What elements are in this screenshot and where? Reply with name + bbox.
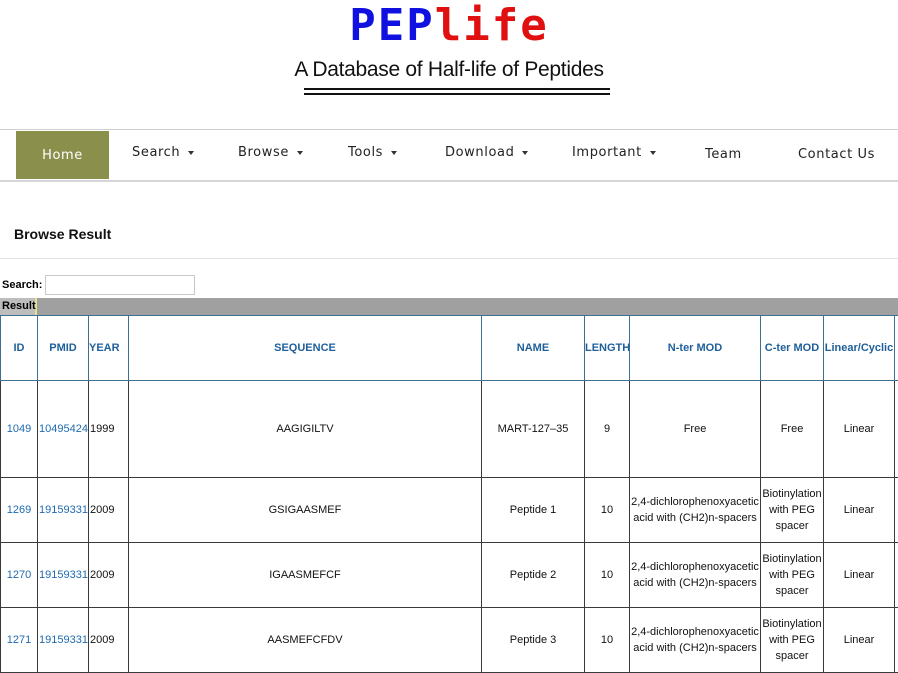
result-caption-bar: Result xyxy=(0,298,898,315)
cell-pmid[interactable]: 10495424 xyxy=(37,380,89,478)
cell-nter-mod: Free xyxy=(629,380,761,478)
cell-year: 2009 xyxy=(88,542,129,608)
cell-linear-cyclic: Linear xyxy=(823,380,895,478)
table-row: 1269 19159331 2009 GSIGAASMEF Peptide 1 … xyxy=(0,477,898,543)
cell-pmid[interactable]: 19159331 xyxy=(37,607,89,673)
cell-sequence: AAGIGILTV xyxy=(128,380,482,478)
cell-id[interactable]: 1270 xyxy=(0,542,38,608)
nav-home[interactable]: Home xyxy=(16,131,109,179)
col-header-length[interactable]: LENGTH xyxy=(584,315,630,381)
nav-contact[interactable]: Contact Us xyxy=(798,130,875,180)
title-divider xyxy=(0,258,898,259)
nav-download-label: Download xyxy=(445,145,515,160)
cell-name: Peptide 3 xyxy=(481,607,585,673)
nav-tools-label: Tools xyxy=(348,145,384,160)
cell-nter-mod: 2,4-dichlorophenoxyacetic acid with (CH2… xyxy=(629,477,761,543)
cell-name: Peptide 1 xyxy=(481,477,585,543)
logo-life: life xyxy=(434,0,549,51)
cell-nter-mod: 2,4-dichlorophenoxyacetic acid with (CH2… xyxy=(629,542,761,608)
cell-pmid[interactable]: 19159331 xyxy=(37,477,89,543)
cell-year: 2009 xyxy=(88,607,129,673)
col-header-year[interactable]: YEAR xyxy=(88,315,129,381)
table-row: 1270 19159331 2009 IGAASMEFCF Peptide 2 … xyxy=(0,542,898,608)
cell-nter-mod: 2,4-dichlorophenoxyacetic acid with (CH2… xyxy=(629,607,761,673)
nav-tools[interactable]: Tools xyxy=(348,130,398,180)
cell-next xyxy=(894,607,898,673)
nav-team[interactable]: Team xyxy=(705,130,742,180)
cell-sequence: IGAASMEFCF xyxy=(128,542,482,608)
cell-id[interactable]: 1049 xyxy=(0,380,38,478)
cell-linear-cyclic: Linear xyxy=(823,607,895,673)
nav-browse-label: Browse xyxy=(238,145,289,160)
results-table-body: ID PMID YEAR SEQUENCE NAME LENGTH N-ter … xyxy=(0,315,898,673)
cell-id[interactable]: 1271 xyxy=(0,607,38,673)
cell-year: 2009 xyxy=(88,477,129,543)
search-input[interactable] xyxy=(45,275,195,295)
nav-browse[interactable]: Browse xyxy=(238,130,303,180)
nav-search-label: Search xyxy=(132,145,181,160)
nav-team-label: Team xyxy=(705,147,742,162)
cell-name: MART-127–35 xyxy=(481,380,585,478)
col-header-name[interactable]: NAME xyxy=(481,315,585,381)
table-header-row: ID PMID YEAR SEQUENCE NAME LENGTH N-ter … xyxy=(0,315,898,381)
site-logo[interactable]: PEPlife xyxy=(0,0,898,52)
nav-important[interactable]: Important xyxy=(572,130,656,180)
site-tagline: A Database of Half-life of Peptides xyxy=(294,58,604,81)
col-header-sequence[interactable]: SEQUENCE xyxy=(128,315,482,381)
nav-download[interactable]: Download xyxy=(445,130,529,180)
caret-down-icon xyxy=(188,150,195,155)
search-label: Search: xyxy=(2,279,43,291)
tagline-rule-bottom xyxy=(304,93,610,95)
col-header-cter-mod[interactable]: C-ter MOD xyxy=(760,315,824,381)
nav-home-label: Home xyxy=(42,148,83,163)
caret-down-icon xyxy=(649,150,656,155)
page-title: Browse Result xyxy=(14,226,112,242)
main-navbar: Home Search Browse Tools Download Import… xyxy=(0,129,898,182)
cell-sequence: AASMEFCFDV xyxy=(128,607,482,673)
cell-cter-mod: Biotinylation with PEG spacer xyxy=(760,607,824,673)
caret-down-icon xyxy=(391,150,398,155)
col-header-next[interactable]: C xyxy=(894,315,898,381)
col-header-id[interactable]: ID xyxy=(0,315,38,381)
cell-length: 9 xyxy=(584,380,630,478)
cell-pmid[interactable]: 19159331 xyxy=(37,542,89,608)
cell-cter-mod: Biotinylation with PEG spacer xyxy=(760,542,824,608)
logo-pep: PEP xyxy=(349,0,435,51)
cell-year: 1999 xyxy=(88,380,129,478)
col-header-nter-mod[interactable]: N-ter MOD xyxy=(629,315,761,381)
cell-length: 10 xyxy=(584,607,630,673)
cell-length: 10 xyxy=(584,477,630,543)
cell-sequence: GSIGAASMEF xyxy=(128,477,482,543)
nav-contact-label: Contact Us xyxy=(798,147,875,162)
caret-down-icon xyxy=(522,150,529,155)
result-caption: Result xyxy=(0,298,37,315)
col-header-pmid[interactable]: PMID xyxy=(37,315,89,381)
cell-id[interactable]: 1269 xyxy=(0,477,38,543)
cell-next xyxy=(894,380,898,478)
cell-cter-mod: Biotinylation with PEG spacer xyxy=(760,477,824,543)
nav-important-label: Important xyxy=(572,145,642,160)
nav-search[interactable]: Search xyxy=(132,130,195,180)
table-row: 1049 10495424 1999 AAGIGILTV MART-127–35… xyxy=(0,380,898,478)
caret-down-icon xyxy=(296,150,303,155)
tagline-rule-top xyxy=(304,88,610,90)
table-row: 1271 19159331 2009 AASMEFCFDV Peptide 3 … xyxy=(0,607,898,673)
cell-linear-cyclic: Linear xyxy=(823,542,895,608)
col-header-linear-cyclic[interactable]: Linear/Cyclic xyxy=(823,315,895,381)
cell-length: 10 xyxy=(584,542,630,608)
cell-next xyxy=(894,542,898,608)
cell-cter-mod: Free xyxy=(760,380,824,478)
cell-linear-cyclic: Linear xyxy=(823,477,895,543)
cell-next xyxy=(894,477,898,543)
cell-name: Peptide 2 xyxy=(481,542,585,608)
